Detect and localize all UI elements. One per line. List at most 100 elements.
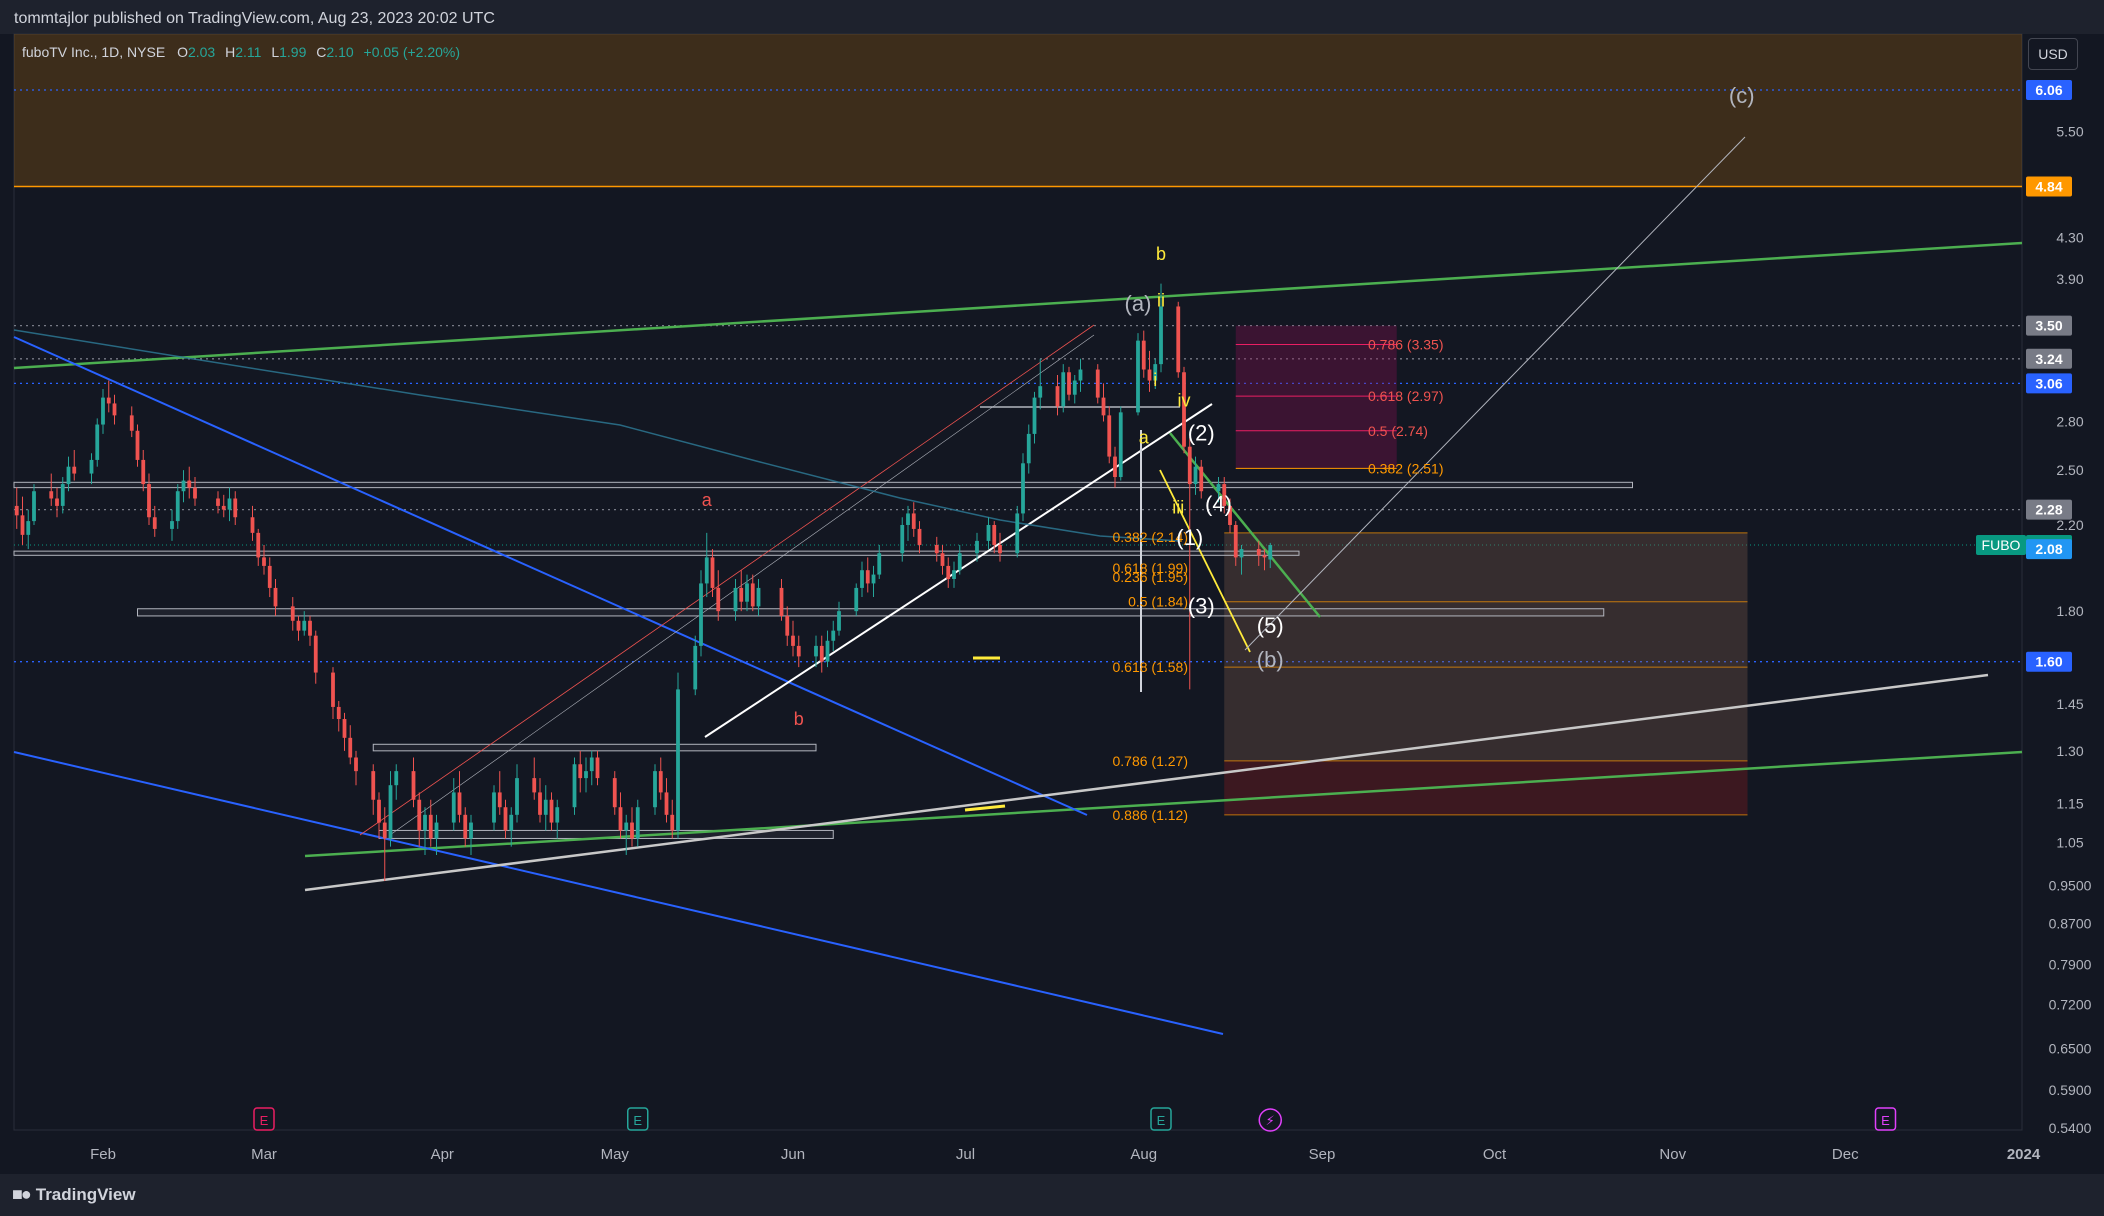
high-value: 2.11 xyxy=(235,44,262,60)
time-tick-label: Apr xyxy=(431,1146,454,1163)
candle-body xyxy=(676,689,680,831)
price-tick-label: 1.15 xyxy=(2056,795,2083,811)
candle-body xyxy=(1032,397,1037,434)
support-rectangle xyxy=(13,481,1633,489)
price-tick-label: 1.45 xyxy=(2056,696,2083,712)
candle-body xyxy=(733,587,738,612)
price-tag[interactable]: 6.06 xyxy=(2026,80,2072,100)
time-tick-label: Sep xyxy=(1309,1146,1336,1163)
candle-body xyxy=(457,792,462,815)
wave-label: (c) xyxy=(1729,83,1755,108)
candle-body xyxy=(1233,524,1238,558)
candle[interactable] xyxy=(676,672,680,839)
candle-body xyxy=(1021,463,1025,514)
price-tick-label: 1.30 xyxy=(2056,743,2083,759)
time-tick-label: Dec xyxy=(1832,1146,1859,1163)
earnings-icon-glyph: E xyxy=(1157,1113,1166,1128)
candle[interactable] xyxy=(854,583,859,616)
candle-body xyxy=(532,778,537,793)
candle-body xyxy=(871,574,876,584)
price-tag[interactable]: 1.60 xyxy=(2026,651,2072,672)
candle-body xyxy=(95,424,100,460)
candle-body xyxy=(515,778,519,815)
candle-body xyxy=(181,480,186,492)
open-value: 2.03 xyxy=(187,44,216,60)
candle-body xyxy=(66,466,71,485)
price-tick-label: 1.05 xyxy=(2056,835,2083,851)
price-tag[interactable]: 4.84 xyxy=(2026,176,2072,197)
close-value: 2.10 xyxy=(326,44,354,60)
price-tag[interactable]: 2.08 xyxy=(2026,539,2072,560)
candle-body xyxy=(388,785,393,839)
candle-body xyxy=(170,521,174,529)
candle-body xyxy=(14,505,19,516)
candle[interactable] xyxy=(1136,333,1140,416)
candle-body xyxy=(503,807,508,831)
candle-body xyxy=(331,672,335,707)
candle-body xyxy=(262,557,266,566)
price-tag-label: 3.06 xyxy=(2035,375,2062,391)
time-tick-label: Jun xyxy=(781,1146,805,1163)
candle-body xyxy=(89,459,94,474)
change-value: +0.05 (+2.20%) xyxy=(363,44,461,60)
candle-body xyxy=(101,397,105,425)
candle[interactable] xyxy=(1118,406,1123,481)
candle-body xyxy=(49,491,54,499)
price-tag-label: 3.50 xyxy=(2035,318,2062,334)
candle-body xyxy=(175,491,180,522)
tradingview-logo[interactable]: ■● TradingView xyxy=(12,1184,136,1205)
wave-label: a xyxy=(1139,427,1150,447)
candle-body xyxy=(1147,369,1152,381)
candle-body xyxy=(699,583,703,646)
wave-label: (1) xyxy=(1176,525,1203,550)
price-tag[interactable]: 3.24 xyxy=(2026,348,2072,369)
price-tick-label: 0.9500 xyxy=(2049,877,2092,893)
candle-body xyxy=(791,635,795,646)
candle-body xyxy=(1118,412,1123,478)
price-tick-label: 0.7900 xyxy=(2049,957,2092,973)
candle-body xyxy=(946,565,951,579)
candle-body xyxy=(710,557,715,588)
price-tag[interactable]: 3.06 xyxy=(2026,373,2072,394)
candle-body xyxy=(382,822,387,839)
wave-label: (3) xyxy=(1188,594,1215,619)
candle-body xyxy=(147,484,151,518)
price-tag[interactable]: 3.50 xyxy=(2026,315,2072,336)
candle[interactable] xyxy=(572,757,577,815)
candlestick-chart[interactable]: 0.786 (3.35) 0.618 (2.97) 0.5 (2.74) 0.382 … xyxy=(0,0,2104,1216)
candle-body xyxy=(135,430,140,460)
candle-body xyxy=(906,513,910,525)
candle-body xyxy=(250,517,255,533)
price-tag-label: 2.08 xyxy=(2035,541,2062,557)
candle-body xyxy=(411,771,416,800)
price-tick-label: 3.90 xyxy=(2056,271,2083,287)
candle[interactable] xyxy=(1021,453,1025,522)
candle-body xyxy=(256,532,261,558)
candle-body xyxy=(572,764,577,808)
candle-body xyxy=(106,397,111,404)
candle-body xyxy=(1055,386,1060,407)
candle[interactable] xyxy=(1015,505,1020,558)
candle-body xyxy=(549,799,554,823)
candle-body xyxy=(1095,369,1100,398)
price-tick-label: 0.5400 xyxy=(2049,1120,2092,1136)
close-label: C xyxy=(316,44,327,60)
candle[interactable] xyxy=(95,418,100,467)
candle[interactable] xyxy=(1095,364,1100,404)
low-label: L xyxy=(271,44,280,60)
currency-button[interactable]: USD xyxy=(2028,38,2078,70)
open-label: O xyxy=(177,44,188,60)
candle-body xyxy=(267,565,272,588)
candle-body xyxy=(814,645,818,657)
candle-body xyxy=(785,615,790,636)
candle-body xyxy=(630,822,634,839)
fib-level-label: 0.618 (1.58) xyxy=(1113,659,1189,675)
candle-body xyxy=(555,807,560,823)
price-tick-label: 0.5900 xyxy=(2049,1082,2092,1098)
candle-body xyxy=(704,557,709,584)
candle-body xyxy=(509,814,514,831)
price-tag[interactable]: 2.28 xyxy=(2026,499,2072,520)
candle[interactable] xyxy=(1176,301,1181,378)
wave-label: iv xyxy=(1178,390,1191,410)
candle-body xyxy=(152,517,157,529)
